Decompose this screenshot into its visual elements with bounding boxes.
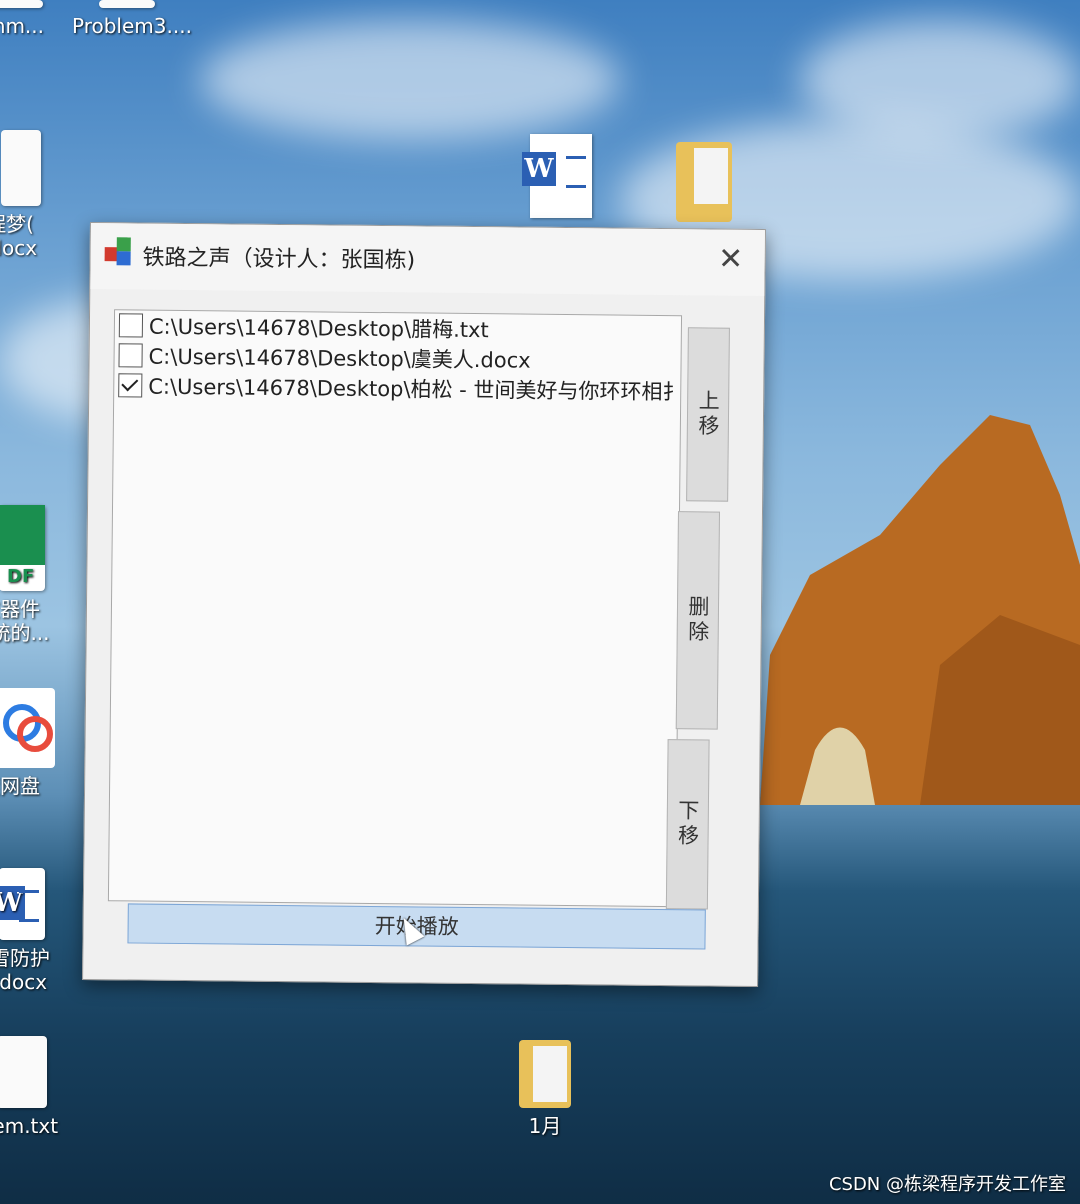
title-bar[interactable]: 铁路之声（设计人：张国栋) ✕ bbox=[90, 223, 765, 297]
item-checkbox[interactable] bbox=[118, 343, 143, 368]
file-path: C:\Users\14678\Desktop\柏松 - 世间美好与你环环相扌 bbox=[148, 374, 679, 405]
item-checkbox[interactable] bbox=[118, 373, 143, 398]
folder-icon bbox=[519, 1040, 571, 1108]
desktop-icon-1[interactable]: mm... bbox=[0, 0, 70, 38]
desktop-icon-baidu-netdisk[interactable]: 度网盘 bbox=[0, 688, 65, 798]
file-icon bbox=[0, 0, 43, 8]
desktop-icon-label: 司.docx bbox=[0, 970, 48, 994]
list-item[interactable]: C:\Users\14678\Desktop\柏松 - 世间美好与你环环相扌 bbox=[114, 370, 680, 406]
word-document-icon bbox=[1, 130, 41, 206]
app-window: 铁路之声（设计人：张国栋) ✕ C:\Users\14678\Desktop\腊… bbox=[82, 222, 766, 988]
file-checklist[interactable]: C:\Users\14678\Desktop\腊梅.txt C:\Users\1… bbox=[107, 309, 683, 908]
window-title: 铁路之声（设计人：张国栋) bbox=[142, 245, 416, 274]
desktop-icon-label: oblem.txt bbox=[0, 1114, 59, 1138]
desktop-icon-label: 度网盘 bbox=[0, 774, 40, 798]
move-up-button[interactable]: 上移 bbox=[686, 327, 730, 502]
desktop-icon-label: mm... bbox=[0, 14, 45, 38]
desktop-icon-label: 1月 bbox=[528, 1114, 562, 1138]
app-cubes-icon bbox=[104, 237, 135, 267]
desktop-icon-label: Problem3.... bbox=[72, 14, 192, 38]
desktop-icon-label: 系统的... bbox=[0, 621, 50, 645]
delete-button[interactable]: 删除 bbox=[675, 511, 721, 730]
word-document-icon: W bbox=[0, 868, 45, 940]
folder-icon[interactable] bbox=[676, 142, 732, 222]
desktop-icon-label: 程梦( bbox=[0, 212, 34, 236]
desktop-icon-pdf[interactable]: DF 波器件 系统的... bbox=[0, 505, 65, 645]
desktop-icon-problem3[interactable]: Problem3.... bbox=[72, 0, 192, 38]
desktop-icon-label: 波器件 bbox=[0, 597, 40, 621]
move-down-button[interactable]: 下移 bbox=[665, 739, 710, 910]
pdf-icon: DF bbox=[0, 505, 45, 591]
desktop-icon-problem-txt[interactable]: oblem.txt bbox=[0, 1036, 65, 1138]
baidu-netdisk-icon bbox=[0, 688, 55, 768]
sea-rock-arch bbox=[760, 415, 1080, 805]
desktop-icon-label: .docx bbox=[0, 236, 38, 260]
desktop-icon-word-1[interactable]: 程梦( .docx bbox=[0, 130, 65, 260]
close-icon[interactable]: ✕ bbox=[712, 242, 748, 278]
text-file-icon bbox=[0, 1036, 47, 1108]
item-checkbox[interactable] bbox=[118, 313, 144, 338]
word-document-icon[interactable]: W bbox=[522, 134, 592, 218]
watermark: CSDN @栋梁程序开发工作室 bbox=[828, 1174, 1066, 1195]
desktop-icon-folder-1yue[interactable]: 1月 bbox=[490, 1040, 600, 1138]
desktop-icon-label: 除雪防护 bbox=[0, 946, 50, 970]
desktop-icon-word-2[interactable]: W 除雪防护 司.docx bbox=[0, 868, 65, 994]
file-icon bbox=[99, 0, 155, 8]
